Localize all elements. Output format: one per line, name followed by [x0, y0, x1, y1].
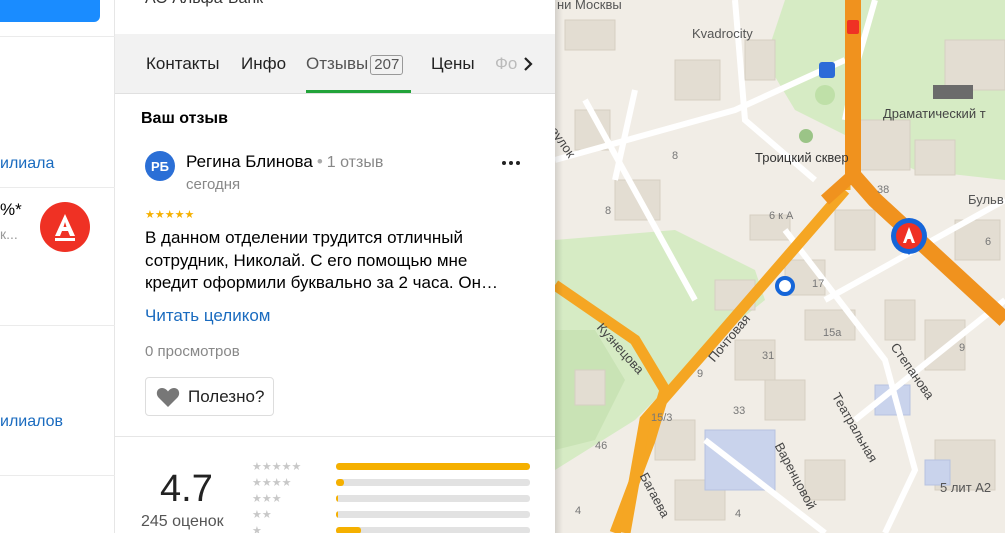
theater-icon [933, 85, 973, 99]
rating-bar-track [336, 478, 530, 486]
house-number: 38 [877, 184, 890, 196]
review-stars: ★★★★★ [145, 209, 195, 221]
rating-bar-fill [336, 494, 338, 502]
active-tab-indicator [306, 90, 411, 93]
percent-text: %* [0, 200, 22, 219]
divider [115, 436, 555, 437]
rating-bar-fill [336, 462, 530, 470]
rating-bar-track [336, 462, 530, 470]
tram-icon[interactable] [847, 20, 859, 34]
house-number: 4 [575, 505, 582, 517]
useful-label: Полезно? [188, 386, 265, 406]
blue-building [704, 429, 776, 491]
house-number: 4 [735, 508, 742, 520]
house-number: 46 [595, 440, 608, 452]
read-more-link[interactable]: Читать целиком [145, 306, 271, 326]
rating-bar-stars: ★★★ [252, 492, 282, 505]
route-button[interactable] [0, 0, 100, 22]
avatar[interactable]: РБ [145, 151, 175, 181]
rating-bar-stars: ★★ [252, 508, 272, 521]
park-circle [815, 85, 835, 105]
rating-bar-fill [336, 510, 338, 518]
heart-icon [156, 387, 180, 407]
tab-contacts[interactable]: Контакты [146, 54, 219, 74]
map-label: Kvadrocity [692, 26, 753, 41]
more-options-icon[interactable] [501, 160, 521, 166]
review-author: Регина Блинова • 1 отзыв [186, 152, 383, 172]
organization-panel: АО Альфа-Банк Контакты Инфо Отзывы207 Це… [115, 0, 555, 533]
rating-bar-fill [336, 478, 344, 486]
house-number: 8 [605, 205, 612, 217]
rating-count: 245 оценок [141, 513, 224, 530]
house-number: 6 [985, 236, 992, 248]
map-label: Троицкий сквер [755, 150, 849, 165]
rating-bar-row: ★★ [252, 506, 532, 522]
house-number: 31 [762, 350, 775, 362]
map[interactable]: ни Москвы Kvadrocity Драматический т Тро… [555, 0, 1005, 533]
panel-shadow [555, 0, 563, 533]
divider [0, 187, 115, 188]
map-label: Бульв [968, 192, 1004, 207]
map-label: Драматический т [883, 106, 986, 121]
house-number: 8 [672, 150, 679, 162]
rating-bar-track [336, 510, 530, 518]
park-icon [799, 129, 813, 143]
reviews-count-badge: 207 [370, 55, 404, 75]
review-text: В данном отделении трудится отличный сот… [145, 228, 498, 292]
organization-title: АО Альфа-Банк [145, 0, 263, 8]
author-name[interactable]: Регина Блинова [186, 152, 313, 171]
author-review-count: 1 отзыв [326, 154, 384, 171]
divider [0, 325, 115, 326]
divider [0, 475, 115, 476]
rating-bar-row: ★★★★★ [252, 458, 532, 474]
bus-stop-icon[interactable] [819, 62, 835, 78]
rating-bar-row: ★ [252, 522, 532, 533]
tab-prices[interactable]: Цены [431, 54, 475, 74]
rating-distribution: ★★★★★ ★★★★ ★★★ ★★ ★ [252, 458, 532, 533]
house-number: 9 [959, 342, 966, 354]
tab-bar: Контакты Инфо Отзывы 207 Цены Фо [115, 34, 555, 94]
review-date: сегодня [186, 176, 241, 193]
separator-dot: • [316, 152, 323, 171]
branches-link[interactable]: илиалов [0, 413, 63, 431]
rating-bar-fill [336, 526, 362, 533]
alfa-bank-logo [40, 202, 90, 252]
branch-link[interactable]: илиала [0, 155, 54, 173]
rating-bar-stars: ★ [252, 524, 262, 533]
my-location-marker[interactable] [775, 276, 795, 296]
house-number: 15а [823, 327, 842, 339]
left-panel: илиала %* к... илиалов [0, 0, 115, 533]
house-number: 9 [697, 368, 704, 380]
house-number: 6 к А [769, 210, 794, 222]
views-count: 0 просмотров [145, 343, 240, 360]
chevron-right-icon[interactable] [519, 54, 537, 74]
your-review-heading: Ваш отзыв [141, 110, 228, 127]
rating-bar-stars: ★★★★★ [252, 460, 302, 473]
map-label: 5 лит А2 [940, 480, 992, 495]
truncated-text: к... [0, 226, 18, 242]
rating-bar-track [336, 526, 530, 533]
map-label: ни Москвы [557, 0, 622, 12]
divider [0, 36, 115, 37]
tab-reviews-label: Отзывы [306, 54, 369, 73]
tab-photos[interactable]: Фо [495, 54, 517, 74]
useful-button[interactable]: Полезно? [145, 377, 274, 416]
rating-bar-stars: ★★★★ [252, 476, 292, 489]
rating-bar-track [336, 494, 530, 502]
house-number: 15/3 [651, 412, 673, 424]
house-number: 17 [812, 278, 825, 290]
house-number: 33 [733, 405, 746, 417]
rating-value: 4.7 [160, 468, 213, 510]
tab-info[interactable]: Инфо [241, 54, 286, 74]
rating-bar-row: ★★★★ [252, 474, 532, 490]
tab-reviews[interactable]: Отзывы 207 [306, 54, 404, 75]
rating-bar-row: ★★★ [252, 490, 532, 506]
